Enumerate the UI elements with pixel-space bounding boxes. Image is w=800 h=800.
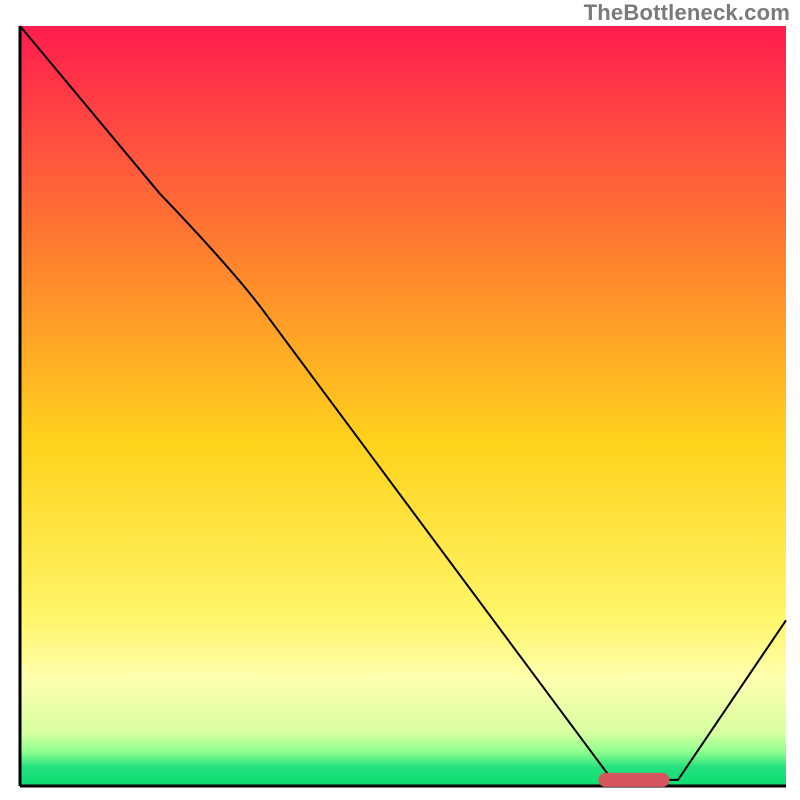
plot-background xyxy=(20,26,786,786)
chart-container: TheBottleneck.com xyxy=(0,0,800,800)
bottleneck-chart xyxy=(0,0,800,800)
watermark: TheBottleneck.com xyxy=(584,0,790,26)
optimal-range-marker xyxy=(598,773,669,787)
